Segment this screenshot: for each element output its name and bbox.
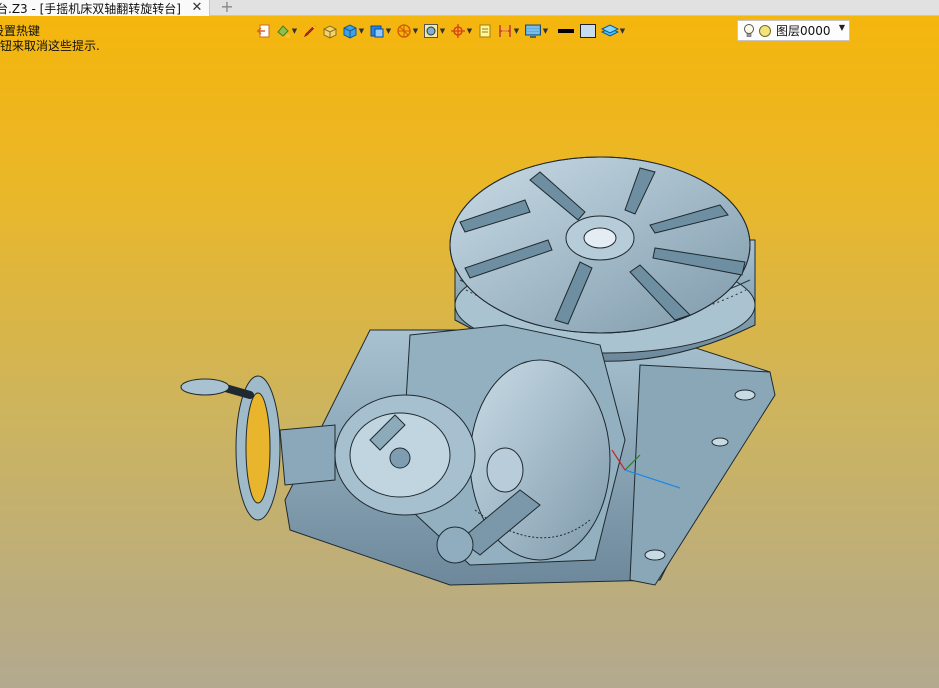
chevron-down-icon[interactable]: ▼ (291, 21, 298, 41)
3d-viewport[interactable] (0, 46, 939, 688)
exit-button[interactable] (255, 21, 271, 41)
layer-status-icon[interactable] (758, 24, 772, 38)
mounting-slot (644, 549, 666, 561)
shade-button[interactable]: ▼ (369, 21, 392, 41)
new-tab-icon[interactable]: + (220, 0, 234, 15)
rotary-table-model[interactable] (0, 46, 939, 688)
section-button[interactable]: ▼ (396, 21, 419, 41)
light-bulb-icon[interactable] (743, 23, 755, 39)
layers-icon (601, 24, 619, 37)
block-icon (323, 25, 337, 39)
dimension-button[interactable]: ▼ (497, 21, 520, 41)
lock-knob (486, 447, 524, 493)
pen-button[interactable] (302, 21, 318, 41)
chevron-down-icon[interactable]: ▼ (412, 21, 419, 41)
document-tab[interactable]: 转台.Z3 - [手摇机床双轴翻转旋转台] ✕ (0, 0, 210, 16)
block-button[interactable] (322, 21, 338, 41)
fill-color-button[interactable] (579, 21, 597, 41)
exit-icon (256, 24, 270, 38)
chevron-down-icon[interactable]: ▼ (358, 21, 365, 41)
center-bore (583, 227, 617, 249)
snap-icon (451, 24, 465, 38)
display-icon (525, 24, 541, 38)
view-toolbar: ▼ ▼ ▼ ▼ ▼ ▼ ▼ ▼ ▼ (255, 20, 630, 42)
fill-color-icon (580, 24, 596, 38)
chevron-down-icon[interactable]: ▼ (542, 21, 549, 41)
cube-icon (343, 24, 357, 39)
layer-select[interactable]: 图层0000 ▼ (737, 20, 850, 41)
handwheel-grip (180, 378, 230, 396)
chevron-down-icon[interactable]: ▼ (385, 21, 392, 41)
snap-button[interactable]: ▼ (450, 21, 473, 41)
cube-button[interactable]: ▼ (342, 21, 365, 41)
chevron-down-icon[interactable]: ▼ (466, 21, 473, 41)
drum-hub (389, 447, 411, 469)
dimension-icon (499, 25, 511, 37)
shade-icon (370, 25, 384, 38)
frame-icon (424, 24, 438, 38)
mounting-slot (711, 437, 729, 447)
line-color-icon (558, 29, 574, 33)
close-tab-icon[interactable]: ✕ (190, 0, 204, 16)
paint-button[interactable]: ▼ (275, 21, 298, 41)
mounting-slot (734, 389, 756, 401)
note-icon (479, 24, 491, 38)
chevron-down-icon[interactable]: ▼ (513, 21, 520, 41)
chevron-down-icon[interactable]: ▼ (619, 21, 626, 41)
line-color-button[interactable] (557, 21, 575, 41)
chevron-down-icon[interactable]: ▼ (439, 21, 446, 41)
pen-icon (303, 25, 316, 38)
handwheel-center (245, 392, 271, 504)
handwheel-shaft (279, 424, 336, 486)
note-button[interactable] (477, 21, 493, 41)
display-button[interactable]: ▼ (524, 21, 549, 41)
section-icon (397, 24, 411, 38)
paint-bucket-icon (277, 25, 290, 38)
layer-name: 图层0000 (776, 24, 831, 38)
layers-button[interactable]: ▼ (601, 21, 626, 41)
document-tab-bar: 转台.Z3 - [手摇机床双轴翻转旋转台] ✕ + (0, 0, 939, 16)
chevron-down-icon[interactable]: ▼ (839, 23, 845, 32)
frame-button[interactable]: ▼ (423, 21, 446, 41)
index-knob (436, 526, 474, 564)
document-tab-title: 转台.Z3 - [手摇机床双轴翻转旋转台] (0, 1, 181, 16)
